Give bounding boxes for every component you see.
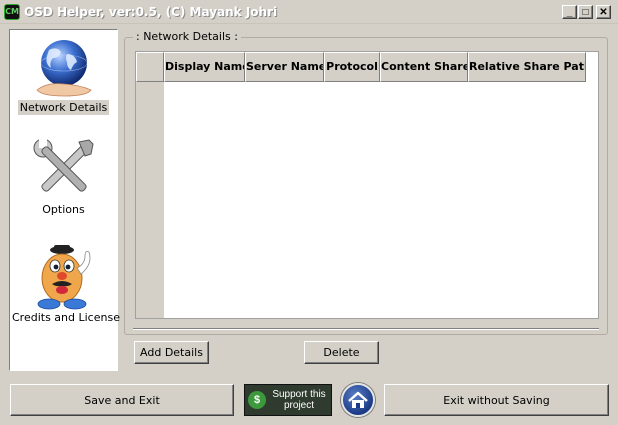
exit-without-saving-button[interactable]: Exit without Saving xyxy=(384,384,609,416)
save-and-exit-button[interactable]: Save and Exit xyxy=(10,384,234,416)
column-header-server-name[interactable]: Server Name xyxy=(245,52,324,82)
potato-head-icon xyxy=(37,245,90,310)
minimize-button[interactable]: _ xyxy=(562,5,577,19)
row-header-column xyxy=(136,82,164,318)
separator xyxy=(133,328,599,330)
app-icon: CM xyxy=(4,4,20,20)
column-header-display-name[interactable]: Display Name xyxy=(164,52,245,82)
money-icon: $ xyxy=(248,391,266,409)
maximize-button[interactable]: □ xyxy=(578,5,593,19)
sidebar-item-label: Options xyxy=(42,203,85,216)
delete-button[interactable]: Delete xyxy=(304,341,379,364)
support-label: Support this project xyxy=(272,389,326,411)
table-header: Display Name Server Name Protocol Conten… xyxy=(136,52,598,82)
title-bar[interactable]: CM OSD Helper, ver:0.5, (C) Mayank Johri… xyxy=(0,0,618,24)
home-button[interactable] xyxy=(341,383,375,417)
sidebar-item-network-details[interactable]: Network Details xyxy=(10,36,117,120)
globe-hand-icon xyxy=(35,40,92,97)
sidebar-item-label: Credits and License xyxy=(12,311,120,324)
row-header-corner[interactable] xyxy=(136,52,164,82)
sidebar-item-credits[interactable]: Credits and License xyxy=(10,244,120,330)
column-header-relative-share-path[interactable]: Relative Share Path xyxy=(468,52,586,82)
tools-icon xyxy=(33,138,94,192)
column-header-content-share[interactable]: Content Share xyxy=(380,52,468,82)
header-filler xyxy=(586,52,598,82)
add-details-button[interactable]: Add Details xyxy=(134,341,209,364)
window-title: OSD Helper, ver:0.5, (C) Mayank Johri xyxy=(24,5,278,19)
sidebar-item-options[interactable]: Options xyxy=(10,136,117,220)
group-title: : Network Details : xyxy=(133,30,241,43)
sidebar: Network Details Options Credits and Lice… xyxy=(9,29,120,371)
network-details-table[interactable]: Display Name Server Name Protocol Conten… xyxy=(135,51,599,319)
column-header-protocol[interactable]: Protocol xyxy=(324,52,380,82)
sidebar-item-label: Network Details xyxy=(17,100,110,115)
close-button[interactable]: ✕ xyxy=(596,5,611,19)
support-project-button[interactable]: $ Support this project xyxy=(244,384,332,416)
home-icon xyxy=(348,391,368,408)
